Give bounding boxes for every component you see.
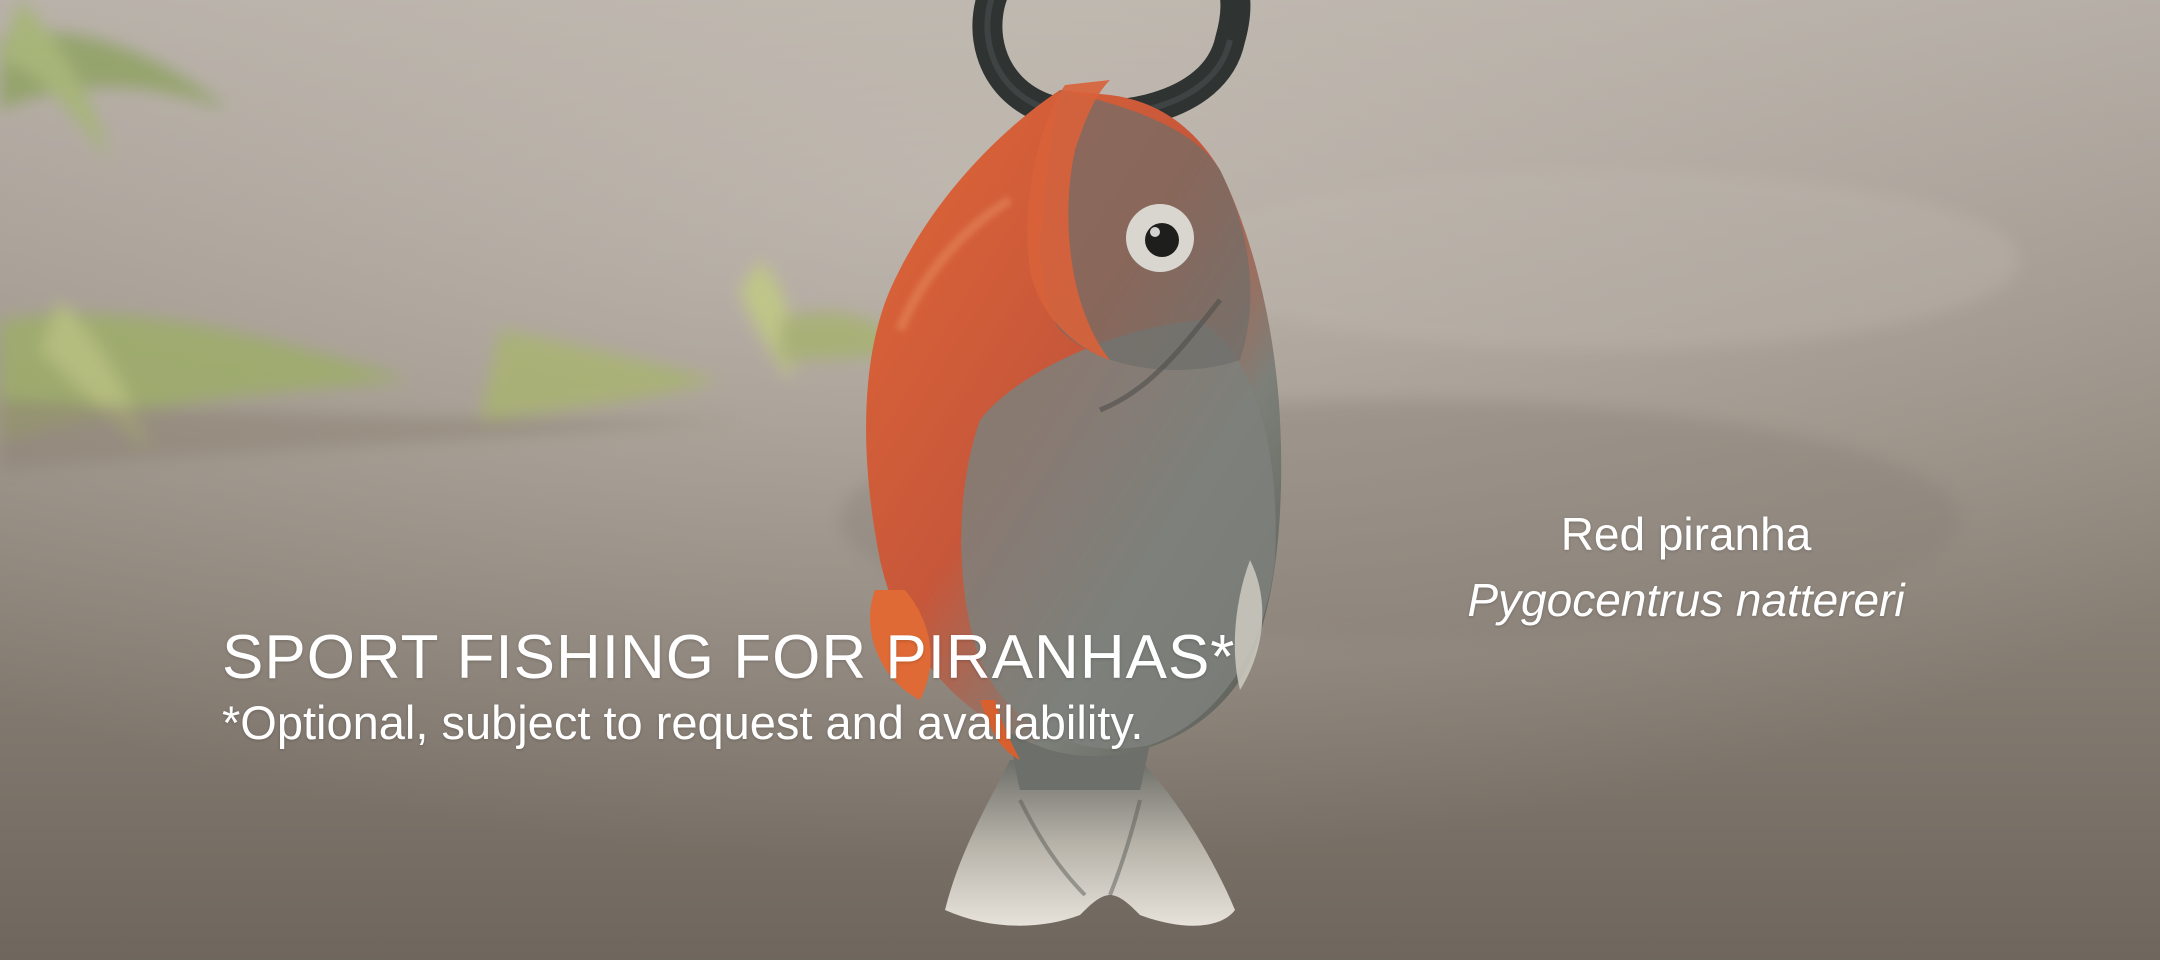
- species-common-name: Red piranha: [1560, 508, 1812, 560]
- availability-note: *Optional, subject to request and availa…: [222, 696, 1144, 749]
- background-photo: [0, 0, 2160, 960]
- headline: SPORT FISHING FOR PIRANHAS*: [222, 623, 1236, 692]
- hero-slide: SPORT FISHING FOR PIRANHAS* *Optional, s…: [0, 0, 2160, 960]
- species-scientific-name: Pygocentrus nattereri: [1467, 574, 1905, 626]
